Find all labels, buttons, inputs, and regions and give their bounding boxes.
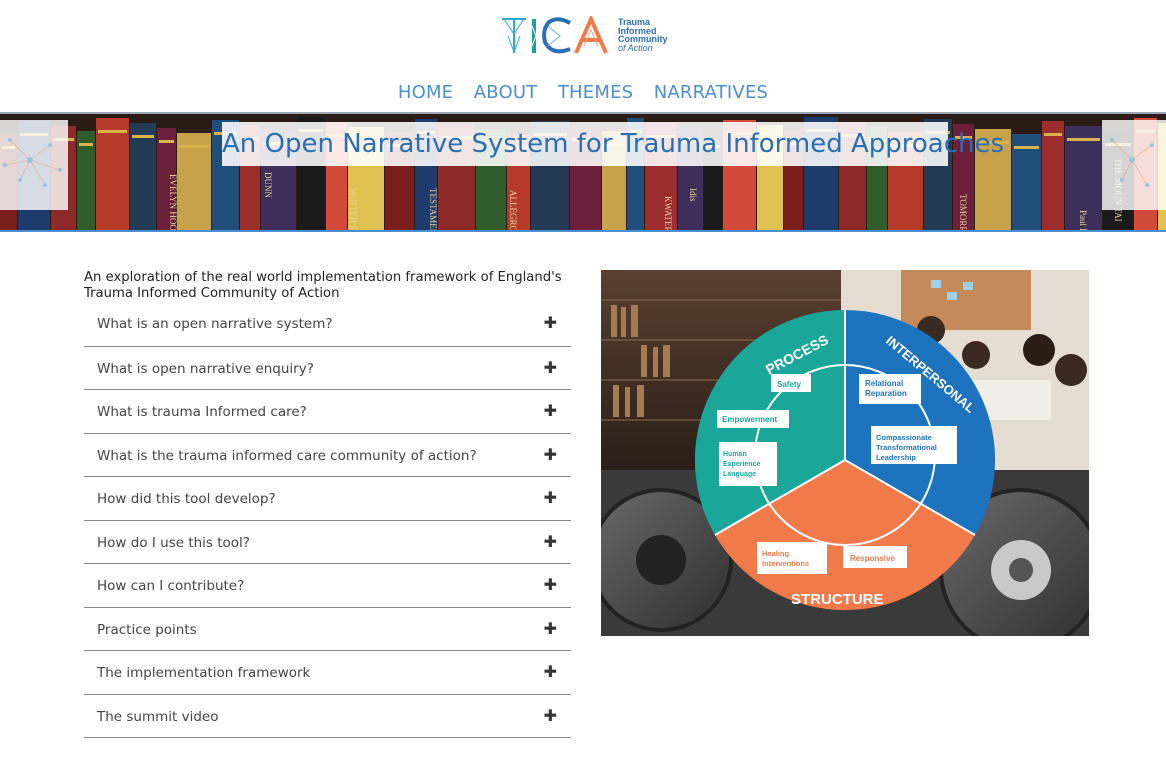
book-band bbox=[1014, 146, 1039, 149]
book-spine-title: ALLEGRO bbox=[508, 190, 518, 230]
faq-accordion: What is an open narrative system? ✚ What… bbox=[84, 302, 571, 738]
plus-icon[interactable]: ✚ bbox=[544, 664, 557, 680]
plus-icon[interactable]: ✚ bbox=[544, 403, 557, 419]
network-graphic-left bbox=[0, 120, 68, 210]
nav-narratives[interactable]: NARRATIVES bbox=[654, 82, 768, 103]
accordion-label: The implementation framework bbox=[97, 665, 311, 681]
plus-icon[interactable]: ✚ bbox=[544, 707, 557, 724]
accordion-label: What is the trauma informed care communi… bbox=[97, 447, 477, 464]
book-spine-title: DUNN bbox=[263, 172, 273, 198]
nav-themes[interactable]: THEMES bbox=[558, 82, 633, 103]
accordion-item-open-narrative-enquiry[interactable]: What is open narrative enquiry? ✚ bbox=[84, 347, 571, 390]
plus-icon[interactable]: ✚ bbox=[544, 577, 557, 593]
accordion-item-open-narrative-system[interactable]: What is an open narrative system? ✚ bbox=[84, 302, 571, 347]
accordion-item-how-to-use[interactable]: How do I use this tool? ✚ bbox=[84, 521, 571, 564]
plus-icon[interactable]: ✚ bbox=[544, 446, 557, 463]
accordion-label: What is an open narrative system? bbox=[97, 316, 333, 332]
nav-home[interactable]: HOME bbox=[398, 82, 453, 103]
accordion-item-trauma-informed-care[interactable]: What is trauma Informed care? ✚ bbox=[84, 390, 571, 434]
label-relational-reparation: Relational Reparation bbox=[865, 379, 907, 398]
book-spine-title: WINTER'S END bbox=[348, 188, 358, 230]
book-band bbox=[1044, 133, 1062, 136]
accordion-item-community-of-action[interactable]: What is the trauma informed care communi… bbox=[84, 434, 571, 477]
plus-icon[interactable]: ✚ bbox=[544, 359, 557, 376]
book-band bbox=[159, 140, 174, 143]
book-spine-title: EVELYN HOOD bbox=[168, 174, 178, 230]
book-band bbox=[179, 145, 209, 148]
book-spine-title: Idis bbox=[688, 188, 698, 202]
accordion-label: Practice points bbox=[97, 621, 197, 638]
accordion-item-implementation-framework[interactable]: The implementation framework ✚ bbox=[84, 651, 571, 695]
accordion-label: What is open narrative enquiry? bbox=[97, 360, 314, 377]
accordion-label: How can I contribute? bbox=[97, 578, 245, 594]
accordion-label: The summit video bbox=[97, 708, 219, 725]
book-band bbox=[1067, 138, 1100, 141]
accordion-item-contribute[interactable]: How can I contribute? ✚ bbox=[84, 564, 571, 608]
book-spine bbox=[96, 118, 129, 230]
label-empowerment: Empowerment bbox=[722, 415, 777, 424]
plus-icon[interactable]: ✚ bbox=[544, 620, 557, 637]
network-graphic-right bbox=[1102, 120, 1166, 210]
book-spine-title: Paul Horgan bbox=[1078, 210, 1088, 230]
accordion-label: What is trauma Informed care? bbox=[97, 404, 307, 420]
accordion-label: How did this tool develop? bbox=[97, 491, 276, 507]
accordion-item-tool-development[interactable]: How did this tool develop? ✚ bbox=[84, 477, 571, 521]
plus-icon[interactable]: ✚ bbox=[544, 315, 557, 331]
label-safety: Safety bbox=[777, 380, 802, 389]
tica-logo-text: Trauma Informed Community of Action bbox=[618, 18, 668, 52]
main-nav: HOME ABOUT THEMES NARRATIVES bbox=[0, 82, 1166, 103]
book-spine-title: TESTAMENT bbox=[428, 188, 438, 230]
book-band bbox=[132, 135, 154, 138]
hero-banner: EVELYN HOOD DUNN WINTER'S END TESTAMENT ALLE… bbox=[0, 112, 1166, 232]
book-spine-title: TOMORROW'S TREASON bbox=[958, 194, 968, 230]
book-band bbox=[98, 130, 127, 133]
nav-about[interactable]: ABOUT bbox=[474, 82, 538, 103]
segment-structure: STRUCTURE bbox=[791, 591, 884, 608]
accordion-item-summit-video[interactable]: The summit video ✚ bbox=[84, 695, 571, 738]
book-band bbox=[79, 143, 93, 146]
page-title: An Open Narrative System for Trauma Info… bbox=[222, 122, 1004, 166]
intro-text: An exploration of the real world impleme… bbox=[84, 270, 562, 301]
book-spine bbox=[1042, 121, 1064, 230]
tica-logo[interactable]: Trauma Informed Community of Action bbox=[500, 16, 672, 58]
book-spine bbox=[130, 123, 156, 230]
label-responsive: Responsive bbox=[850, 554, 895, 563]
tica-logo-mark bbox=[502, 16, 608, 54]
logo-line: of Action bbox=[618, 42, 653, 53]
plus-icon[interactable]: ✚ bbox=[544, 533, 557, 550]
accordion-item-practice-points[interactable]: Practice points ✚ bbox=[84, 608, 571, 651]
book-spine-title: KWATER bbox=[663, 196, 673, 230]
framework-diagram: PROCESS INTERPERSONAL STRUCTURE Safety R… bbox=[601, 270, 1089, 636]
plus-icon[interactable]: ✚ bbox=[544, 490, 557, 506]
accordion-label: How do I use this tool? bbox=[97, 534, 250, 551]
